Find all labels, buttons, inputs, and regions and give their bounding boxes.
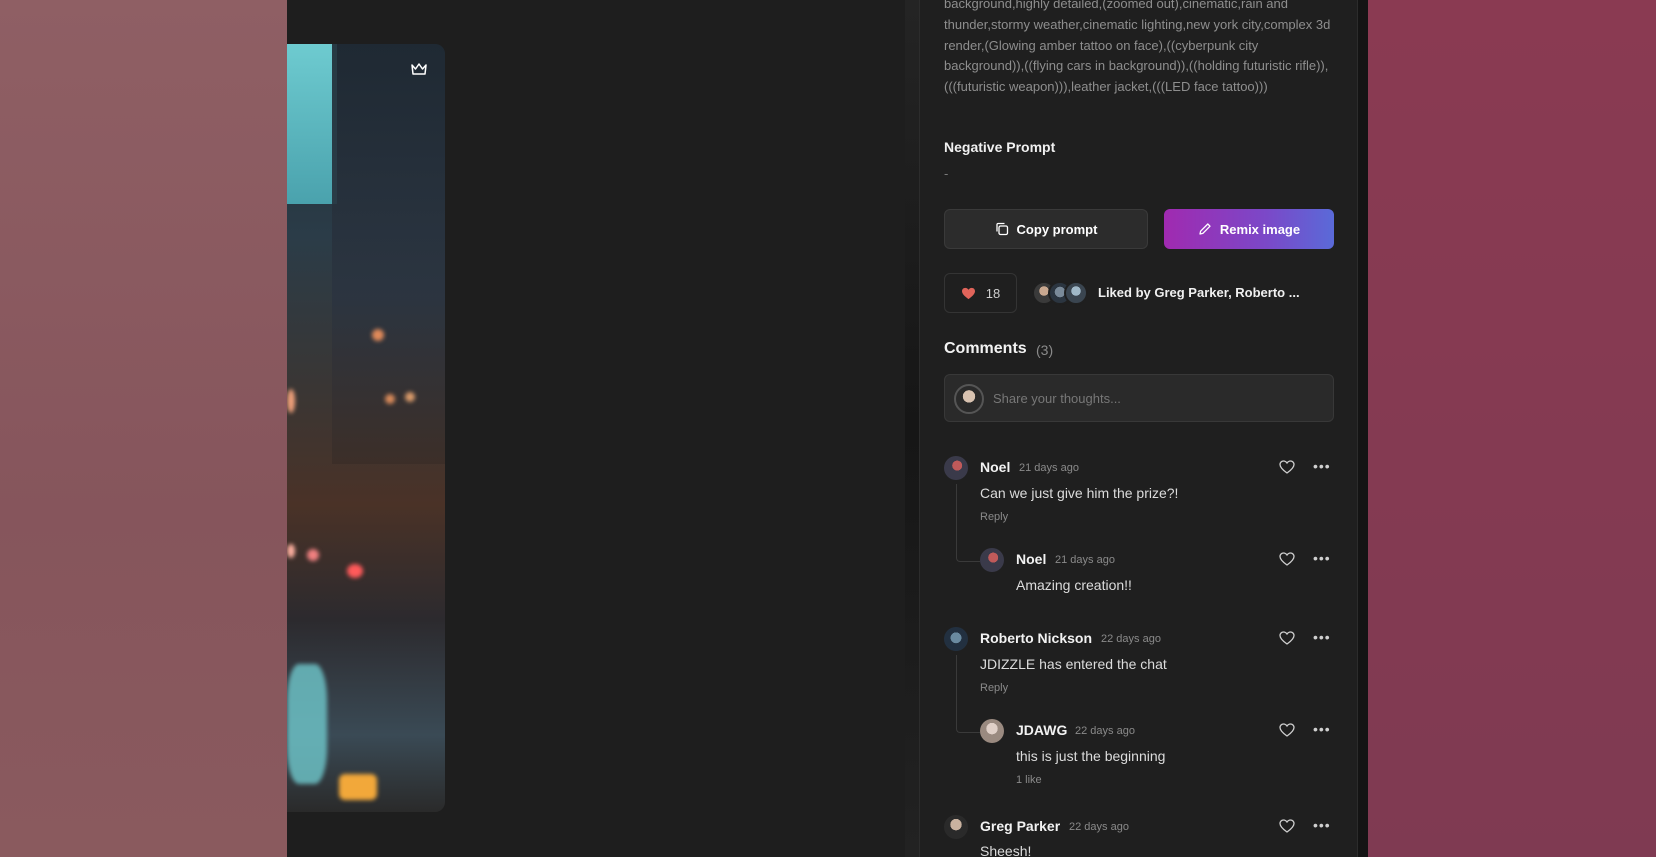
more-icon[interactable]: ••• [1313,818,1331,836]
panel-edge [905,0,919,857]
avatar[interactable] [944,456,968,480]
generated-image [287,44,445,812]
comments-count: (3) [1036,342,1054,358]
comment-time: 21 days ago [1055,554,1115,566]
thread-line [956,484,980,562]
negative-prompt-label: Negative Prompt [944,139,1056,155]
comment-author[interactable]: Noel [1016,551,1046,567]
image-light [347,564,363,578]
reply-button[interactable]: Reply [980,682,1008,694]
heart-icon[interactable] [1279,459,1295,475]
avatar [954,384,984,414]
image-light [372,329,384,341]
comment-author[interactable]: Greg Parker [980,818,1060,834]
heart-icon[interactable] [1279,630,1295,646]
comment-author[interactable]: Roberto Nickson [980,630,1092,646]
image-reflection [287,664,327,784]
avatar[interactable] [944,815,968,839]
remix-image-button[interactable]: Remix image [1164,209,1334,249]
more-icon[interactable]: ••• [1313,459,1331,477]
comment-time: 22 days ago [1069,821,1129,833]
remix-image-label: Remix image [1219,221,1301,237]
more-icon[interactable]: ••• [1313,551,1331,569]
more-icon[interactable]: ••• [1313,630,1331,648]
comment-author[interactable]: JDAWG [1016,722,1067,738]
comment-text: Can we just give him the prize?! [980,485,1179,501]
reply-button[interactable]: Reply [980,511,1008,523]
copy-prompt-button[interactable]: Copy prompt [944,209,1148,249]
comment-time: 21 days ago [1019,462,1079,474]
more-icon[interactable]: ••• [1313,722,1331,740]
panel-edge-right [1358,0,1368,857]
comment-text: JDIZZLE has entered the chat [980,656,1167,672]
thread-line [956,655,980,733]
liked-by-text[interactable]: Liked by Greg Parker, Roberto ... [1098,285,1300,300]
image-light [307,549,319,561]
comment-text: this is just the beginning [1016,748,1166,764]
heart-icon[interactable] [1279,818,1295,834]
backdrop-right [1368,0,1656,857]
image-light [405,392,415,402]
pencil-icon [1199,223,1211,235]
like-button[interactable]: 18 [944,273,1017,313]
comment-likes: 1 like [1016,774,1042,786]
comment-time: 22 days ago [1101,633,1161,645]
comment-author[interactable]: Noel [980,459,1010,475]
copy-prompt-label: Copy prompt [1016,221,1098,237]
negative-prompt-value: - [944,166,949,181]
comments-title: Comments [944,340,1027,357]
image-light [287,544,295,558]
image-light [287,389,295,413]
prompt-text: background,highly detailed,(zoomed out),… [944,0,1331,95]
avatar[interactable] [980,719,1004,743]
heart-icon[interactable] [1279,722,1295,738]
image-light [385,394,395,404]
avatar[interactable] [944,627,968,651]
like-count: 18 [985,285,1001,301]
image-sky [287,44,337,204]
copy-icon [995,222,1008,236]
avatar[interactable] [980,548,1004,572]
comment-input[interactable] [993,375,1323,421]
backdrop-left [0,0,287,857]
image-light [339,774,377,800]
heart-icon [961,287,975,299]
comment-text: Amazing creation!! [1016,577,1132,593]
comment-time: 22 days ago [1075,725,1135,737]
likers-avatars[interactable] [1032,281,1092,305]
heart-icon[interactable] [1279,551,1295,567]
crown-icon[interactable] [411,62,427,76]
avatar [1064,281,1088,305]
comment-text: Sheesh! [980,843,1032,857]
comment-input-box[interactable] [944,374,1334,422]
